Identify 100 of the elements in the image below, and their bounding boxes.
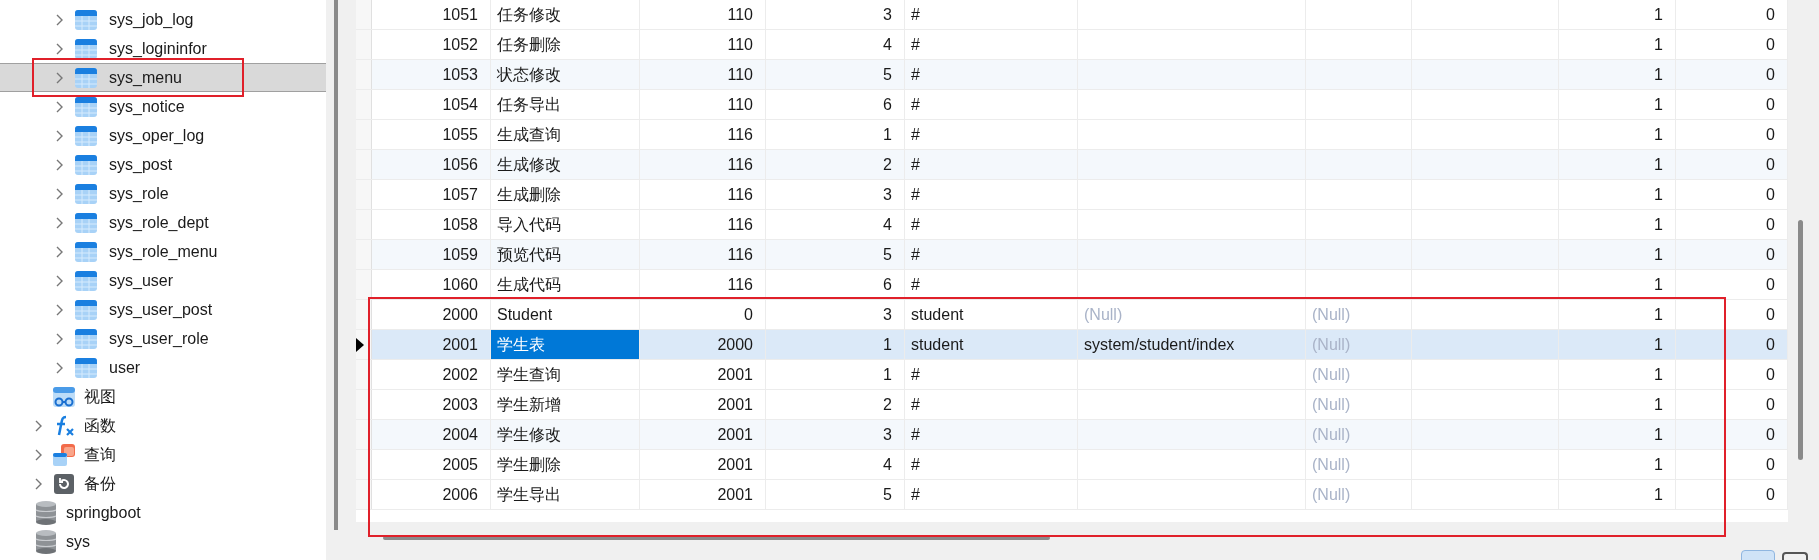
tree-item[interactable]: 函数 xyxy=(0,411,326,440)
table-icon xyxy=(74,181,98,206)
table-cell: # xyxy=(905,420,1078,449)
table-icon xyxy=(74,297,98,322)
table-cell: 116 xyxy=(640,180,766,209)
tree-item[interactable]: user xyxy=(0,353,326,382)
chevron-icon[interactable] xyxy=(55,157,65,172)
chevron-icon[interactable] xyxy=(55,302,65,317)
chevron-icon[interactable] xyxy=(55,12,65,27)
row-header-cell[interactable] xyxy=(356,270,372,299)
table-icon xyxy=(74,326,98,351)
table-row[interactable]: 1056 生成修改 116 2 # 1 0 xyxy=(356,150,1788,180)
row-header-cell[interactable] xyxy=(356,180,372,209)
table-cell: 生成代码 xyxy=(491,270,640,299)
tree-item[interactable]: sys_notice xyxy=(0,92,326,121)
table-row[interactable]: 2005 学生删除 2001 4 # (Null) 1 0 xyxy=(356,450,1788,480)
table-cell: (Null) xyxy=(1306,300,1412,329)
table-cell: (Null) xyxy=(1306,420,1412,449)
table-row[interactable]: 2004 学生修改 2001 3 # (Null) 1 0 xyxy=(356,420,1788,450)
table-cell: 1056 xyxy=(372,150,491,179)
scrollbar-thumb[interactable] xyxy=(334,0,338,530)
row-header-cell[interactable] xyxy=(356,150,372,179)
table-cell: # xyxy=(905,480,1078,509)
row-header-cell[interactable] xyxy=(356,90,372,119)
tree-item[interactable]: sys_oper_log xyxy=(0,121,326,150)
chevron-icon[interactable] xyxy=(55,128,65,143)
chevron-icon[interactable] xyxy=(55,70,65,85)
table-cell: (Null) xyxy=(1078,300,1306,329)
tree-item[interactable]: sys_user_post xyxy=(0,295,326,324)
table-row[interactable]: 1055 生成查询 116 1 # 1 0 xyxy=(356,120,1788,150)
table-row[interactable]: 1060 生成代码 116 6 # 1 0 xyxy=(356,270,1788,300)
table-row[interactable]: 2002 学生查询 2001 1 # (Null) 1 0 xyxy=(356,360,1788,390)
chevron-icon[interactable] xyxy=(55,186,65,201)
table-row[interactable]: 1052 任务删除 110 4 # 1 0 xyxy=(356,30,1788,60)
row-header-cell[interactable] xyxy=(356,210,372,239)
table-row[interactable]: 1054 任务导出 110 6 # 1 0 xyxy=(356,90,1788,120)
tree-item[interactable]: sys_logininfor xyxy=(0,34,326,63)
table-cell: 1 xyxy=(766,360,905,389)
tree-item[interactable]: sys xyxy=(0,527,326,556)
chevron-icon[interactable] xyxy=(55,360,65,375)
tree-item[interactable]: sys_menu xyxy=(0,63,326,92)
table-row[interactable]: 2003 学生新增 2001 2 # (Null) 1 0 xyxy=(356,390,1788,420)
row-header-cell[interactable] xyxy=(356,0,372,29)
row-header-cell[interactable] xyxy=(356,120,372,149)
tree-item[interactable]: 备份 xyxy=(0,469,326,498)
table-row[interactable]: 1053 状态修改 110 5 # 1 0 xyxy=(356,60,1788,90)
tree-item[interactable]: sys_user_role xyxy=(0,324,326,353)
tree-item[interactable]: sys_job_log xyxy=(0,5,326,34)
table-cell: 0 xyxy=(640,300,766,329)
horizontal-scrollbar-thumb[interactable] xyxy=(383,536,1050,540)
chevron-icon[interactable] xyxy=(34,476,44,491)
table-cell: 4 xyxy=(766,210,905,239)
table-icon xyxy=(74,36,98,61)
table-cell: 1 xyxy=(1559,240,1676,269)
table-row[interactable]: 1058 导入代码 116 4 # 1 0 xyxy=(356,210,1788,240)
tree-item[interactable]: sys_user xyxy=(0,266,326,295)
table-row[interactable]: 2006 学生导出 2001 5 # (Null) 1 0 xyxy=(356,480,1788,510)
table-cell: 学生修改 xyxy=(491,420,640,449)
chevron-icon[interactable] xyxy=(55,244,65,259)
tree-item[interactable]: sys_role_dept xyxy=(0,208,326,237)
tree-item[interactable]: springboot xyxy=(0,498,326,527)
row-header-cell[interactable] xyxy=(356,60,372,89)
tree-item[interactable]: sys_post xyxy=(0,150,326,179)
table-cell: 110 xyxy=(640,60,766,89)
table-row[interactable]: 1059 预览代码 116 5 # 1 0 xyxy=(356,240,1788,270)
tree-item[interactable]: sys_role xyxy=(0,179,326,208)
table-cell: 0 xyxy=(1676,90,1788,119)
table-cell: 1 xyxy=(1559,420,1676,449)
table-row[interactable]: 2000 Student 0 3 student (Null) (Null) 1 0 xyxy=(356,300,1788,330)
table-cell: 1 xyxy=(1559,300,1676,329)
chevron-icon[interactable] xyxy=(34,447,44,462)
table-row[interactable]: 1051 任务修改 110 3 # 1 0 xyxy=(356,0,1788,30)
table-cell: 任务修改 xyxy=(491,0,640,29)
table-cell: 3 xyxy=(766,180,905,209)
chevron-icon[interactable] xyxy=(55,273,65,288)
chevron-icon[interactable] xyxy=(34,418,44,433)
tree-item[interactable]: 视图 xyxy=(0,382,326,411)
tree-item[interactable]: 查询 xyxy=(0,440,326,469)
table-row[interactable]: 1057 生成删除 116 3 # 1 0 xyxy=(356,180,1788,210)
table-cell: 1055 xyxy=(372,120,491,149)
chevron-icon[interactable] xyxy=(55,215,65,230)
form-view-button[interactable] xyxy=(1782,552,1808,560)
table-cell: 1 xyxy=(766,120,905,149)
table-cell: 状态修改 xyxy=(491,60,640,89)
table-cell: 116 xyxy=(640,240,766,269)
row-header-cell[interactable] xyxy=(356,240,372,269)
table-cell: (Null) xyxy=(1306,450,1412,479)
table-cell: # xyxy=(905,270,1078,299)
current-row-icon xyxy=(356,337,364,352)
chevron-icon[interactable] xyxy=(55,331,65,346)
table-cell: 1 xyxy=(1559,330,1676,359)
table-cell: 1 xyxy=(1559,270,1676,299)
scrollbar-thumb[interactable] xyxy=(1798,220,1803,460)
table-icon xyxy=(74,123,98,148)
table-cell: (Null) xyxy=(1306,480,1412,509)
chevron-icon[interactable] xyxy=(55,99,65,114)
table-cell: 学生查询 xyxy=(491,360,640,389)
chevron-icon[interactable] xyxy=(55,41,65,56)
tree-item[interactable]: sys_role_menu xyxy=(0,237,326,266)
row-header-cell[interactable] xyxy=(356,30,372,59)
